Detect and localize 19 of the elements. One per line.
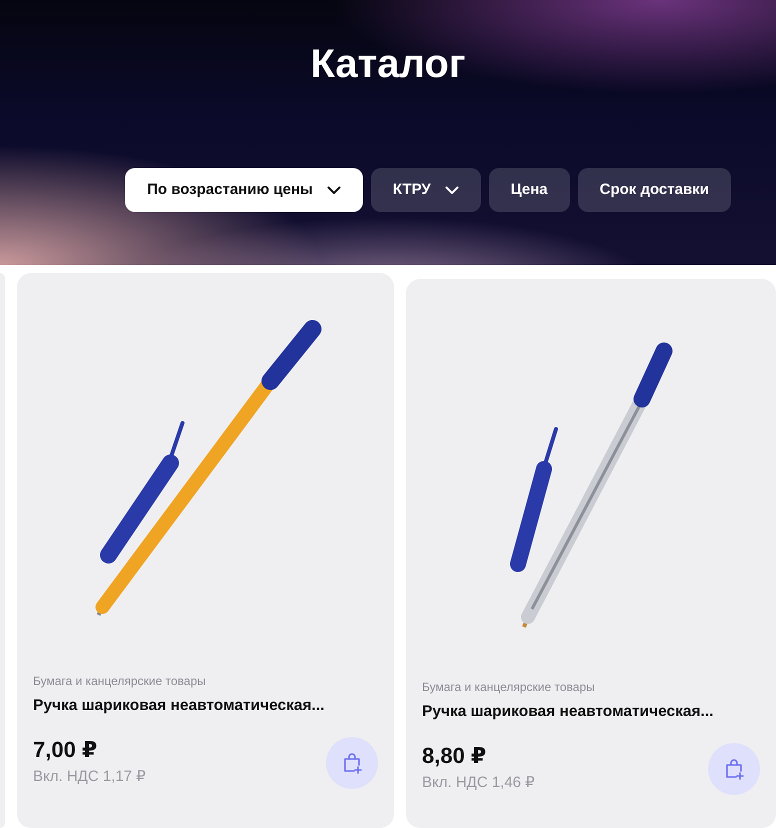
product-price: 8,80 ₽ — [422, 742, 488, 770]
sort-dropdown[interactable]: По возрастанию цены — [125, 168, 363, 212]
bag-plus-icon — [341, 752, 363, 774]
product-title: Ручка шариковая неавтоматическая... — [33, 696, 326, 716]
filter-button[interactable]: Срок доставки — [578, 168, 731, 212]
bag-plus-icon — [723, 758, 745, 780]
product-price: 7,00 ₽ — [33, 736, 98, 764]
product-category: Бумага и канцелярские товары — [33, 673, 207, 690]
vat-text: Вкл. НДС 1,17 ₽ — [33, 767, 146, 788]
product-category: Бумага и канцелярские товары — [422, 679, 596, 696]
chevron-down-icon — [326, 186, 341, 194]
product-title: Ручка шариковая неавтоматическая... — [422, 702, 714, 722]
chevron-down-icon — [444, 186, 459, 194]
vat-text: Вкл. НДС 1,46 ₽ — [422, 773, 535, 794]
filter-button[interactable]: КТРУ — [370, 168, 481, 212]
product-card[interactable]: Бумага и канцелярские товары Ручка шариковая неавтоматическая... 8,80 ₽ Вкл. НДС 1,46 ₽ — [406, 279, 776, 828]
product-card[interactable]: Бумага и канцелярские товары Ручка шариковая неавтоматическая... 7,00 ₽ Вкл. НДС 1,17 ₽ — [17, 273, 394, 828]
page-title: Каталог — [310, 41, 466, 86]
filter-button[interactable]: Цена — [488, 168, 570, 212]
